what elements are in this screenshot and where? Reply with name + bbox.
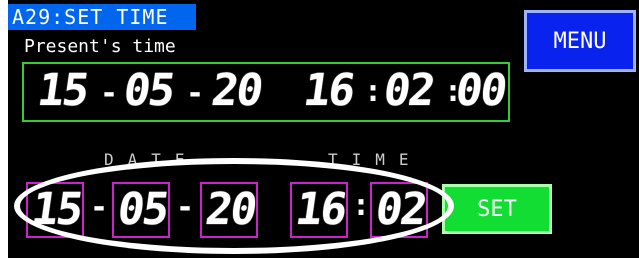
date-caption: DATE <box>104 150 199 169</box>
present-month: 05 <box>120 65 177 116</box>
set-time-screen: A29:SET TIME Present's time 15 - 05 - 20… <box>8 0 639 258</box>
present-day: 20 <box>208 65 265 116</box>
set-hour-value: 16 <box>292 184 349 235</box>
set-day-value: 20 <box>202 184 259 235</box>
set-year-value: 15 <box>28 184 85 235</box>
set-time-separator: : <box>352 188 371 223</box>
set-button[interactable]: SET <box>442 184 552 234</box>
set-hour-field[interactable]: 16 <box>290 182 349 238</box>
present-date-separator: - <box>186 76 205 111</box>
screen-title: A29:SET TIME <box>8 4 196 30</box>
set-month-field[interactable]: 05 <box>112 182 171 238</box>
present-hour: 16 <box>300 65 357 116</box>
set-year-field[interactable]: 15 <box>26 182 85 238</box>
present-time-label: Present's time <box>24 36 176 57</box>
present-time-separator: : <box>364 74 383 109</box>
set-minute-value: 02 <box>372 184 429 235</box>
time-caption: TIME <box>328 150 423 169</box>
set-minute-field[interactable]: 02 <box>370 182 429 238</box>
present-time-display: 15 - 05 - 20 16 : 02 : 00 <box>22 62 510 122</box>
present-minute: 02 <box>380 65 437 116</box>
set-date-separator: - <box>90 190 109 225</box>
present-date-separator: - <box>100 76 119 111</box>
menu-button[interactable]: MENU <box>524 10 636 72</box>
set-month-value: 05 <box>114 184 171 235</box>
set-date-separator: - <box>176 190 195 225</box>
present-year: 15 <box>34 65 91 116</box>
set-day-field[interactable]: 20 <box>200 182 259 238</box>
present-second: 00 <box>452 65 509 116</box>
